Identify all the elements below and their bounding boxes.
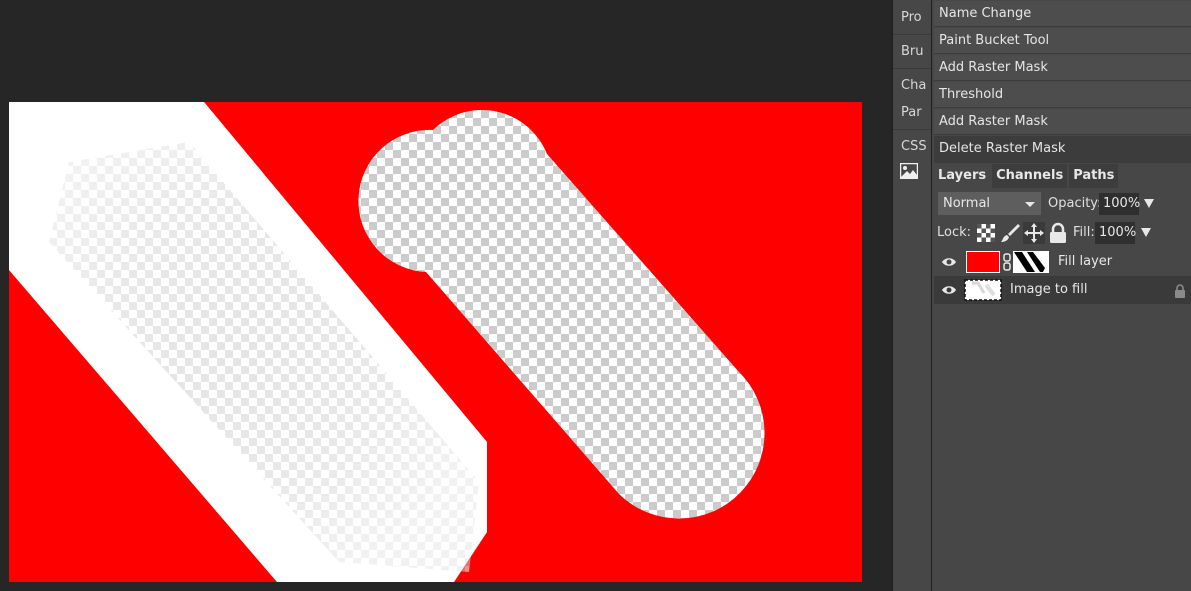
lock-pixels-brush-icon[interactable] [999,222,1021,244]
blend-row: Normal Opacity: 100% [938,192,1188,216]
dropdown-arrow-icon [1025,202,1035,207]
layer-image-thumbnail [964,279,1002,301]
layer-locked-icon [1175,284,1185,298]
tab-characters[interactable]: Cha [893,72,931,99]
history-item[interactable]: Add Raster Mask [934,109,1191,135]
blend-mode-select[interactable]: Normal [938,192,1041,215]
tab-separator [893,34,931,35]
eye-icon[interactable] [941,256,957,268]
tab-paths[interactable]: Paths [1069,164,1119,188]
opacity-slider-toggle-icon[interactable] [1144,199,1154,208]
fill-label: Fill: [1073,225,1095,240]
lock-position-move-icon[interactable] [1023,222,1045,244]
right-panel: Name Change Paint Bucket Tool Add Raster… [932,0,1191,591]
history-item-current[interactable]: Delete Raster Mask [934,136,1191,163]
layer-name: Image to fill [1010,282,1088,297]
layers-list: Fill layer Image to fill [934,248,1191,304]
layers-panel-tabs: Layers Channels Paths [934,164,1120,188]
tab-layers[interactable]: Layers [934,164,991,188]
history-item[interactable]: Paint Bucket Tool [934,28,1191,54]
history-panel: Name Change Paint Bucket Tool Add Raster… [934,1,1191,164]
layer-row-image-to-fill[interactable]: Image to fill [934,276,1191,304]
tab-image[interactable] [893,160,931,186]
fill-input[interactable]: 100% [1095,222,1136,244]
layer-mask-thumbnail [1013,251,1049,273]
opacity-label: Opacity: [1048,196,1102,211]
tab-paragraphs[interactable]: Par [893,99,931,126]
lock-transparency-icon[interactable] [975,222,997,244]
canvas-area[interactable] [0,0,892,591]
fill-slider-toggle-icon[interactable] [1141,228,1151,237]
tab-css[interactable]: CSS [893,133,931,160]
app-window: Pro Bru Cha Par CSS Name Change Paint Bu… [0,0,1191,591]
history-item[interactable]: Threshold [934,82,1191,108]
document-canvas[interactable] [9,102,862,582]
panel-tab-column: Pro Bru Cha Par CSS [892,0,932,591]
layer-row-fill-layer[interactable]: Fill layer [934,248,1191,276]
tab-brushes[interactable]: Bru [893,38,931,65]
lock-row: Lock: Fill: 100% [937,220,1189,246]
tab-properties[interactable]: Pro [893,4,931,31]
lock-all-icon[interactable] [1047,222,1069,244]
layer-name: Fill layer [1058,254,1113,269]
history-item[interactable]: Name Change [934,1,1191,27]
eye-icon[interactable] [941,284,957,296]
link-chain-icon[interactable] [1003,252,1011,272]
history-item[interactable]: Add Raster Mask [934,55,1191,81]
blend-mode-value: Normal [943,196,991,211]
tab-separator [893,129,931,130]
image-icon [899,162,919,180]
opacity-input[interactable]: 100% [1099,193,1140,215]
tab-separator [893,68,931,69]
lock-label: Lock: [937,225,972,240]
layer-color-thumbnail [966,251,1000,273]
tab-channels[interactable]: Channels [992,164,1068,188]
